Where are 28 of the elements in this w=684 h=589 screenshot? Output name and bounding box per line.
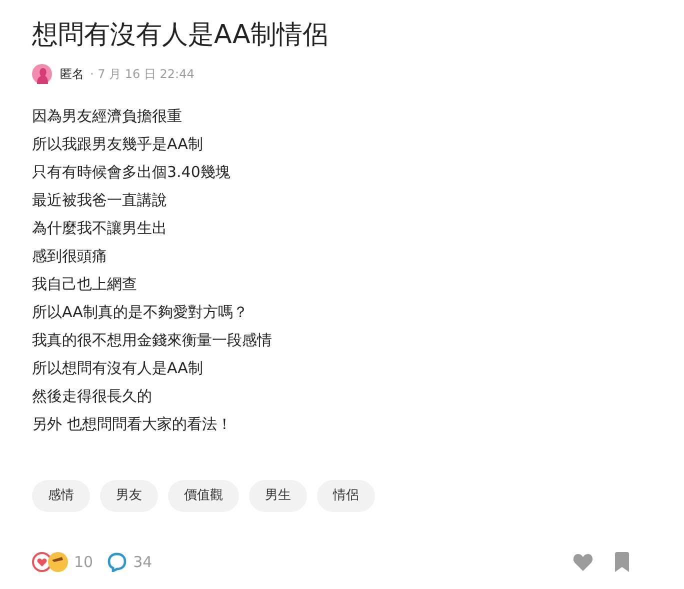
body-text: 所以AA制真的是不夠愛對方嗎？ xyxy=(32,302,249,323)
heart-icon[interactable] xyxy=(572,552,594,572)
body-text: 所以我跟男友幾乎是AA制 xyxy=(32,134,204,155)
topic-tag[interactable]: 情侶 xyxy=(317,480,375,512)
body-text: 我自己也上網查 xyxy=(32,274,138,295)
comment-count: 34 xyxy=(133,553,152,571)
body-text: 最近被我爸一直講說 xyxy=(32,190,168,211)
bookmark-icon[interactable] xyxy=(614,552,630,572)
topic-tag[interactable]: 男友 xyxy=(100,480,158,512)
emoji-reaction-icon xyxy=(48,552,68,572)
avatar-icon xyxy=(32,64,52,84)
topic-tag[interactable]: 價值觀 xyxy=(168,480,239,512)
body-text: 只有有時候會多出個3.40幾塊 xyxy=(32,162,232,183)
topic-tag[interactable]: 男生 xyxy=(249,480,307,512)
comment-icon[interactable] xyxy=(107,552,128,572)
body-text: 我真的很不想用金錢來衡量一段感情 xyxy=(32,330,273,351)
body-text: 另外 也想問問看大家的看法！ xyxy=(32,414,233,435)
body-text: 因為男友經濟負擔很重 xyxy=(32,106,183,127)
post-date: · 7 月 16 日 22:44 xyxy=(90,66,194,82)
post-title: 想問有沒有人是AA制情侶 xyxy=(32,19,330,52)
body-text: 感到很頭痛 xyxy=(32,246,108,267)
body-text: 然後走得很長久的 xyxy=(32,386,153,407)
body-text: 為什麼我不讓男生出 xyxy=(32,218,168,239)
heart-reaction-icon xyxy=(32,552,52,572)
reaction-count: 10 xyxy=(74,553,94,571)
body-text: 所以想問有沒有人是AA制 xyxy=(32,358,204,379)
topic-tag[interactable]: 感情 xyxy=(32,480,90,512)
author-name: 匿名 xyxy=(60,66,84,82)
